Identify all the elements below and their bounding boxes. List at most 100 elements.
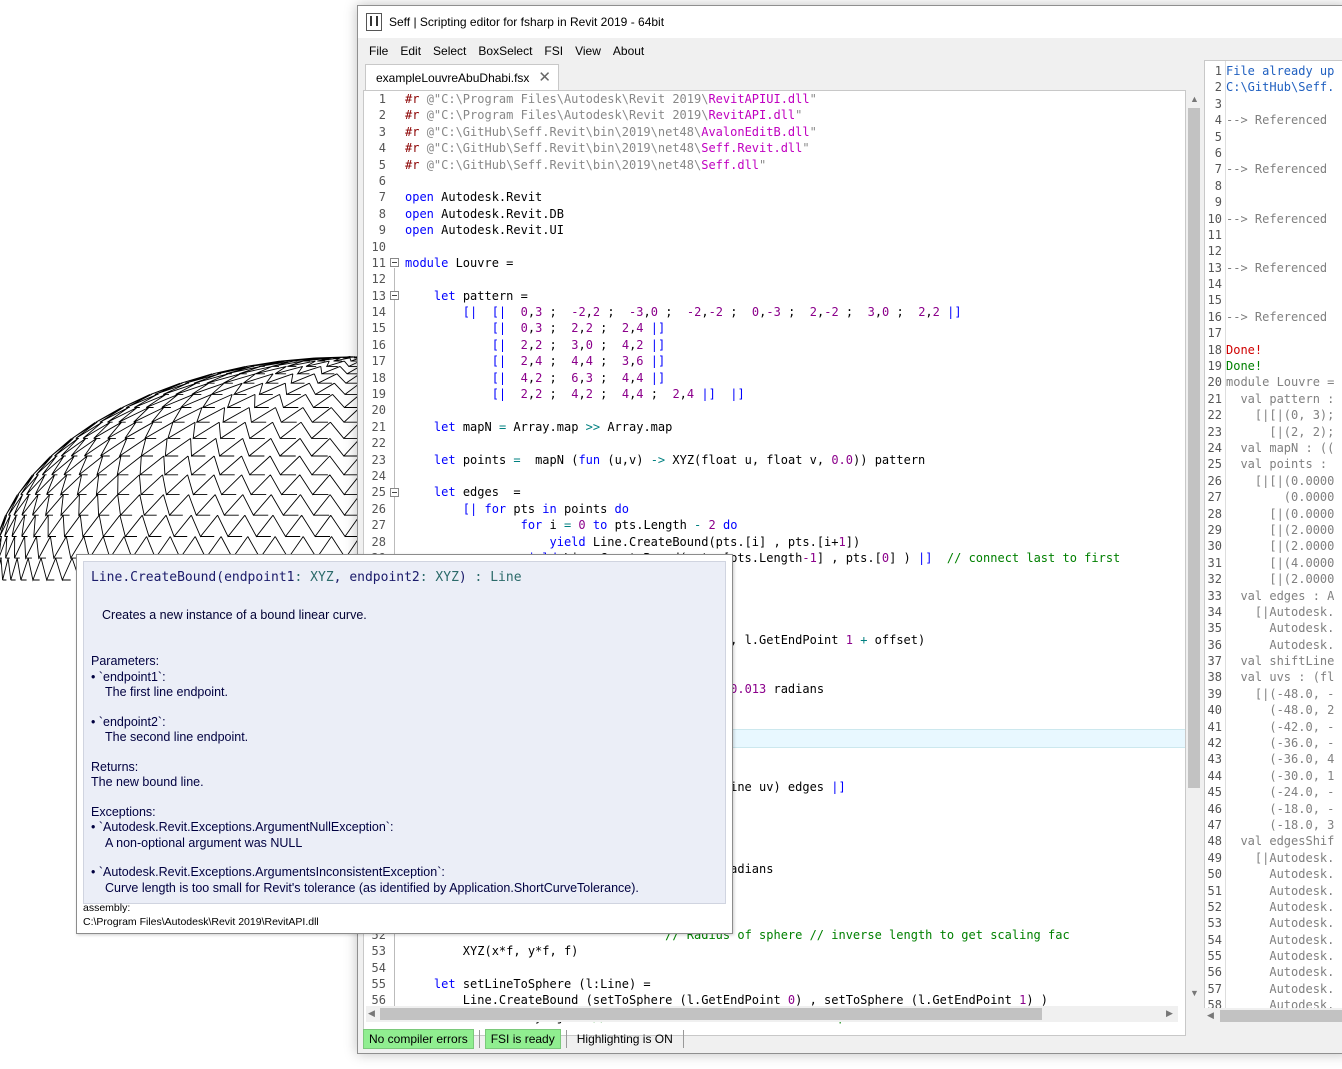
scroll-up-icon[interactable]: ▲ bbox=[1190, 94, 1199, 104]
code-line[interactable] bbox=[405, 271, 1185, 287]
fold-toggle-icon[interactable] bbox=[390, 488, 399, 497]
menu-fsi[interactable]: FSI bbox=[538, 44, 569, 58]
title-bar[interactable]: Seff | Scripting editor for fsharp in Re… bbox=[358, 6, 1342, 38]
log-line-number: 45 bbox=[1207, 785, 1222, 800]
log-horizontal-scrollbar[interactable]: ◀ bbox=[1204, 1008, 1342, 1024]
log-line: [|(2.0000 bbox=[1226, 522, 1335, 537]
code-line[interactable]: yield Line.CreateBound(pts.[i] , pts.[i+… bbox=[405, 534, 1185, 550]
menu-select[interactable]: Select bbox=[427, 44, 472, 58]
tooltip-content: Line.CreateBound(endpoint1: XYZ, endpoin… bbox=[83, 561, 726, 904]
code-line[interactable]: let setLineToSphere (l:Line) = bbox=[405, 976, 1185, 992]
code-line[interactable]: [| 2,2 ; 3,0 ; 4,2 |] bbox=[405, 337, 1185, 353]
compiler-status[interactable]: No compiler errors bbox=[363, 1028, 474, 1049]
code-line[interactable]: for i = 0 to pts.Length - 2 do bbox=[405, 517, 1185, 533]
code-line[interactable]: [| for pts in points do bbox=[405, 501, 1185, 517]
code-line[interactable]: #r @"C:\GitHub\Seff.Revit\bin\2019\net48… bbox=[405, 140, 1185, 156]
editor-vertical-scrollbar[interactable]: ▲ ▼ bbox=[1186, 92, 1202, 1002]
app-icon bbox=[366, 13, 382, 31]
log-line-number: 14 bbox=[1207, 277, 1222, 292]
code-line[interactable] bbox=[405, 402, 1185, 418]
param-endpoint1-name: • `endpoint1`: bbox=[91, 669, 166, 684]
code-line[interactable] bbox=[405, 173, 1185, 189]
log-line: Done! bbox=[1226, 359, 1263, 374]
code-line[interactable] bbox=[405, 435, 1185, 451]
line-number: 11 bbox=[371, 255, 386, 270]
scrollbar-thumb[interactable] bbox=[380, 1008, 1042, 1020]
scrollbar-thumb[interactable] bbox=[1220, 1010, 1342, 1022]
highlighting-status[interactable]: Highlighting is ON bbox=[572, 1030, 678, 1048]
menu-boxselect[interactable]: BoxSelect bbox=[472, 44, 538, 58]
menu-edit[interactable]: Edit bbox=[394, 44, 427, 58]
fold-toggle-icon[interactable] bbox=[390, 258, 399, 267]
line-number: 25 bbox=[371, 485, 386, 500]
scroll-right-icon[interactable]: ▶ bbox=[1166, 1008, 1173, 1019]
fsi-output-log[interactable]: 1 2 3 4 5 6 7 8 9 10 11 12 13 14 15 16 17 18 19 20 21 22 23 24 2… bbox=[1204, 60, 1342, 1024]
menu-about[interactable]: About bbox=[607, 44, 650, 58]
param-endpoint2-name: • `endpoint2`: bbox=[91, 714, 166, 729]
line-number: 26 bbox=[371, 501, 386, 516]
fold-toggle-icon[interactable] bbox=[390, 291, 399, 300]
log-line: val shiftLine bbox=[1226, 654, 1335, 669]
code-line[interactable]: [| 2,2 ; 4,2 ; 4,4 ; 2,4 |] |] bbox=[405, 386, 1185, 402]
code-line[interactable]: [| 0,3 ; 2,2 ; 2,4 |] bbox=[405, 320, 1185, 336]
fsi-status[interactable]: FSI is ready bbox=[484, 1028, 561, 1049]
assembly-label: assembly: bbox=[83, 902, 131, 914]
code-line[interactable]: let points = mapN (fun (u,v) -> XYZ(floa… bbox=[405, 452, 1185, 468]
code-line[interactable] bbox=[405, 960, 1185, 976]
log-line-number: 15 bbox=[1207, 293, 1222, 308]
log-line: (-18.0, 3 bbox=[1226, 817, 1335, 832]
log-line: Autodesk. bbox=[1226, 899, 1335, 914]
log-line: (-18.0, - bbox=[1226, 801, 1335, 816]
code-line[interactable]: module Louvre = bbox=[405, 255, 1185, 271]
code-line[interactable]: #r @"C:\GitHub\Seff.Revit\bin\2019\net48… bbox=[405, 157, 1185, 173]
close-icon[interactable]: ✕ bbox=[538, 70, 551, 85]
code-line[interactable]: open Autodesk.Revit bbox=[405, 189, 1185, 205]
code-line[interactable]: let pattern = bbox=[405, 288, 1185, 304]
scrollbar-thumb[interactable] bbox=[1188, 108, 1200, 788]
scroll-left-icon[interactable]: ◀ bbox=[1207, 1010, 1214, 1021]
code-line[interactable]: [| [| 0,3 ; -2,2 ; -3,0 ; -2,-2 ; 0,-3 ;… bbox=[405, 304, 1185, 320]
log-line-number: 26 bbox=[1207, 473, 1222, 488]
log-line-number: 8 bbox=[1214, 178, 1222, 193]
line-number: 28 bbox=[371, 534, 386, 549]
log-line: val edgesShif bbox=[1226, 834, 1335, 849]
code-line[interactable]: #r @"C:\GitHub\Seff.Revit\bin\2019\net48… bbox=[405, 124, 1185, 140]
code-line[interactable]: open Autodesk.Revit.UI bbox=[405, 222, 1185, 238]
sig-return: : Line bbox=[466, 570, 522, 585]
tab-file[interactable]: exampleLouvreAbuDhabi.fsx ✕ bbox=[365, 64, 559, 90]
code-line[interactable] bbox=[405, 239, 1185, 255]
code-line[interactable]: open Autodesk.Revit.DB bbox=[405, 206, 1185, 222]
code-line[interactable]: [| 2,4 ; 4,4 ; 3,6 |] bbox=[405, 353, 1185, 369]
scroll-down-icon[interactable]: ▼ bbox=[1190, 988, 1199, 998]
sig-method: .CreateBound( bbox=[122, 570, 225, 585]
log-line: (-42.0, - bbox=[1226, 719, 1335, 734]
exception-null-desc: A non-optional argument was NULL bbox=[105, 835, 303, 850]
menu-file[interactable]: File bbox=[358, 44, 394, 58]
code-line[interactable]: let edges = bbox=[405, 484, 1185, 500]
assembly-info: assembly: C:\Program Files\Autodesk\Revi… bbox=[83, 901, 319, 929]
code-line[interactable]: XYZ(x*f, y*f, f) bbox=[405, 943, 1185, 959]
scroll-left-icon[interactable]: ◀ bbox=[368, 1008, 375, 1019]
code-line[interactable] bbox=[405, 468, 1185, 484]
code-line[interactable]: #r @"C:\Program Files\Autodesk\Revit 201… bbox=[405, 91, 1185, 107]
code-line[interactable]: #r @"C:\Program Files\Autodesk\Revit 201… bbox=[405, 107, 1185, 123]
log-line-number: 42 bbox=[1207, 736, 1222, 751]
log-line: [|Autodesk. bbox=[1226, 604, 1335, 619]
log-line: val points : bbox=[1226, 457, 1328, 472]
sig-param2: endpoint2 bbox=[349, 570, 420, 585]
log-line-number: 21 bbox=[1207, 391, 1222, 406]
log-line: Autodesk. bbox=[1226, 867, 1335, 882]
code-line[interactable]: let mapN = Array.map >> Array.map bbox=[405, 419, 1185, 435]
returns-desc: The new bound line. bbox=[91, 775, 204, 789]
menu-view[interactable]: View bbox=[569, 44, 607, 58]
exceptions-heading: Exceptions: bbox=[91, 804, 156, 819]
editor-horizontal-scrollbar[interactable]: ◀ ▶ bbox=[366, 1006, 1178, 1022]
log-text[interactable]: File already up C:\GitHub\Seff. --> Refere… bbox=[1226, 63, 1342, 1014]
log-line: (-30.0, 1 bbox=[1226, 768, 1335, 783]
method-signature: Line.CreateBound(endpoint1: XYZ, endpoin… bbox=[91, 570, 522, 585]
code-line[interactable]: [| 4,2 ; 6,3 ; 4,4 |] bbox=[405, 370, 1185, 386]
line-number: 5 bbox=[378, 157, 386, 172]
log-line-number: 57 bbox=[1207, 981, 1222, 996]
